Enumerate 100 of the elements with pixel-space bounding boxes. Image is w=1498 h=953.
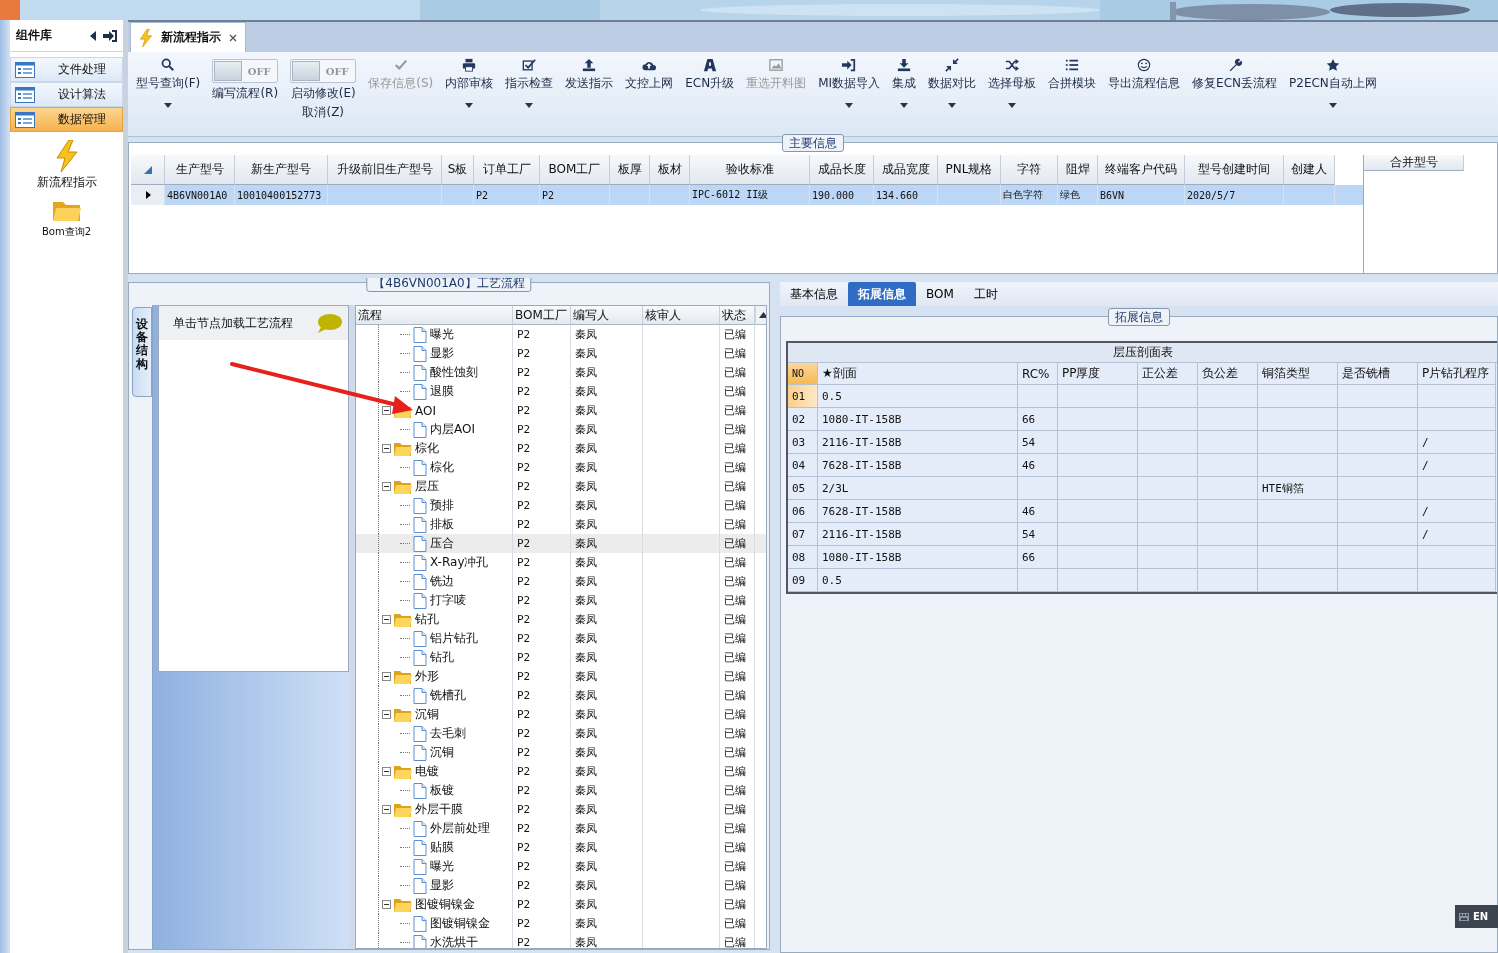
- toolbar-button[interactable]: 文控上网: [621, 56, 678, 136]
- tree-row[interactable]: 显影 P2 秦凤 已编: [356, 876, 766, 895]
- tree-row[interactable]: 外层干膜 P2 秦凤 已编: [356, 800, 766, 819]
- column-header[interactable]: 字符: [1001, 155, 1058, 185]
- row-number[interactable]: 01: [788, 385, 818, 408]
- column-header[interactable]: 新生产型号: [235, 155, 328, 185]
- tree-row[interactable]: 棕化 P2 秦凤 已编: [356, 439, 766, 458]
- expander-toggle[interactable]: [382, 900, 391, 909]
- tree-row[interactable]: 贴膜 P2 秦凤 已编: [356, 838, 766, 857]
- expander-toggle[interactable]: [382, 482, 391, 491]
- tree-row[interactable]: 预排 P2 秦凤 已编: [356, 496, 766, 515]
- tab[interactable]: 拓展信息: [848, 282, 916, 306]
- column-header[interactable]: 验收标准: [690, 155, 810, 185]
- column-header[interactable]: 成品宽度: [874, 155, 938, 185]
- shortcut-label[interactable]: 新流程指示: [36, 174, 97, 191]
- row-number[interactable]: 05: [788, 477, 818, 500]
- column-header[interactable]: ★剖面: [818, 363, 1018, 385]
- sidebar-item[interactable]: 设计算法: [10, 82, 123, 107]
- column-header[interactable]: 升级前旧生产型号: [328, 155, 442, 185]
- table-row[interactable]: 4B6VN001A0 10010400152773 P2 P2 IPC-6012 II级 190.000 134.660 白色字符 绿色 B6VN 2020/5/7: [131, 185, 1363, 205]
- row-number[interactable]: 03: [788, 431, 818, 454]
- expander-toggle[interactable]: [382, 672, 391, 681]
- tree-row[interactable]: 外形 P2 秦凤 已编: [356, 667, 766, 686]
- column-header[interactable]: 合并型号: [1364, 155, 1464, 171]
- toolbar-button[interactable]: 内部审核: [441, 56, 498, 136]
- lightning-icon[interactable]: [54, 140, 79, 172]
- column-header[interactable]: 流程: [356, 306, 513, 325]
- row-number[interactable]: 06: [788, 500, 818, 523]
- tree-row[interactable]: 退膜 P2 秦凤 已编: [356, 382, 766, 401]
- tree-row[interactable]: 棕化 P2 秦凤 已编: [356, 458, 766, 477]
- tree-row[interactable]: 图镀铜镍金 P2 秦凤 已编: [356, 895, 766, 914]
- tree-row[interactable]: 显影 P2 秦凤 已编: [356, 344, 766, 363]
- column-header[interactable]: 状态: [720, 306, 755, 325]
- column-header[interactable]: 型号创建时间: [1185, 155, 1284, 185]
- document-tab[interactable]: 新流程指示: [130, 22, 246, 52]
- toolbar-button[interactable]: 合拼模块: [1044, 56, 1101, 136]
- toolbar-button[interactable]: 型号查询(F): [132, 56, 205, 136]
- tree-row[interactable]: 去毛刺 P2 秦凤 已编: [356, 724, 766, 743]
- column-header[interactable]: 订单工厂: [474, 155, 540, 185]
- column-header[interactable]: 板材: [650, 155, 690, 185]
- tree-row[interactable]: 水洗烘干 P2 秦凤 已编: [356, 933, 766, 948]
- column-header[interactable]: P片钻孔程序: [1418, 363, 1496, 385]
- scroll-up-icon[interactable]: [758, 312, 766, 318]
- column-header[interactable]: 正公差: [1138, 363, 1198, 385]
- toolbar-button[interactable]: MI数据导入: [814, 56, 885, 136]
- toolbar-button[interactable]: 修复ECN丢流程: [1188, 56, 1282, 136]
- toolbar-button[interactable]: 集成: [888, 56, 921, 136]
- tree-row[interactable]: 沉铜 P2 秦凤 已编: [356, 705, 766, 724]
- tree-row[interactable]: 曝光 P2 秦凤 已编: [356, 857, 766, 876]
- tree-row[interactable]: 曝光 P2 秦凤 已编: [356, 325, 766, 344]
- row-number[interactable]: 02: [788, 408, 818, 431]
- tree-row[interactable]: 酸性蚀刻 P2 秦凤 已编: [356, 363, 766, 382]
- tree-row[interactable]: 铣边 P2 秦凤 已编: [356, 572, 766, 591]
- toolbar-button[interactable]: 指示检查: [501, 56, 558, 136]
- sidebar-item[interactable]: 数据管理: [10, 107, 123, 132]
- row-number[interactable]: 04: [788, 454, 818, 477]
- column-header[interactable]: RC%: [1018, 363, 1058, 385]
- column-header[interactable]: 成品长度: [810, 155, 874, 185]
- toolbar-button[interactable]: 选择母板: [984, 56, 1041, 136]
- collapse-left-icon[interactable]: [89, 30, 97, 41]
- tree-row[interactable]: 内层AOI P2 秦凤 已编: [356, 420, 766, 439]
- toolbar-button[interactable]: 发送指示: [561, 56, 618, 136]
- tree-row[interactable]: 铝片钻孔 P2 秦凤 已编: [356, 629, 766, 648]
- column-header[interactable]: NO: [788, 363, 818, 385]
- column-header[interactable]: PNL规格: [938, 155, 1001, 185]
- column-header[interactable]: S板: [442, 155, 474, 185]
- tree-row[interactable]: 图镀铜镍金 P2 秦凤 已编: [356, 914, 766, 933]
- tree-row[interactable]: 压合 P2 秦凤 已编: [356, 534, 766, 553]
- column-header[interactable]: 负公差: [1198, 363, 1258, 385]
- toolbar-button[interactable]: P2ECN自动上网: [1285, 56, 1381, 136]
- column-header[interactable]: 铜箔类型: [1258, 363, 1338, 385]
- close-icon[interactable]: [229, 33, 237, 42]
- expander-toggle[interactable]: [382, 444, 391, 453]
- expander-toggle[interactable]: [382, 805, 391, 814]
- tree-row[interactable]: 电镀 P2 秦凤 已编: [356, 762, 766, 781]
- column-header[interactable]: 编写人: [571, 306, 643, 325]
- column-header[interactable]: BOM工厂: [513, 306, 571, 325]
- tab[interactable]: BOM: [916, 282, 964, 306]
- column-header[interactable]: 生产型号: [165, 155, 235, 185]
- toolbar-button[interactable]: ECN升级: [681, 56, 739, 136]
- column-header[interactable]: 是否铣槽: [1338, 363, 1418, 385]
- tree-row[interactable]: 铣槽孔 P2 秦凤 已编: [356, 686, 766, 705]
- tree-row[interactable]: 层压 P2 秦凤 已编: [356, 477, 766, 496]
- column-header[interactable]: PP厚度: [1058, 363, 1138, 385]
- tree-row[interactable]: X-Ray冲孔 P2 秦凤 已编: [356, 553, 766, 572]
- input-indicator[interactable]: EN: [1455, 905, 1498, 928]
- row-number[interactable]: 07: [788, 523, 818, 546]
- tree-row[interactable]: 打字唛 P2 秦凤 已编: [356, 591, 766, 610]
- expander-toggle[interactable]: [382, 615, 391, 624]
- toolbar-button[interactable]: 导出流程信息: [1104, 56, 1185, 136]
- expander-toggle[interactable]: [382, 406, 391, 415]
- tree-row[interactable]: 沉铜 P2 秦凤 已编: [356, 743, 766, 762]
- tab[interactable]: 工时: [963, 282, 1008, 306]
- sign-in-icon[interactable]: [103, 29, 117, 42]
- column-header[interactable]: 板厚: [610, 155, 650, 185]
- shortcut-label[interactable]: Bom查询2: [41, 225, 92, 239]
- tree-row[interactable]: 外层前处理 P2 秦凤 已编: [356, 819, 766, 838]
- column-header[interactable]: 阻焊: [1058, 155, 1098, 185]
- column-header[interactable]: BOM工厂: [540, 155, 610, 185]
- column-header[interactable]: 核审人: [643, 306, 720, 325]
